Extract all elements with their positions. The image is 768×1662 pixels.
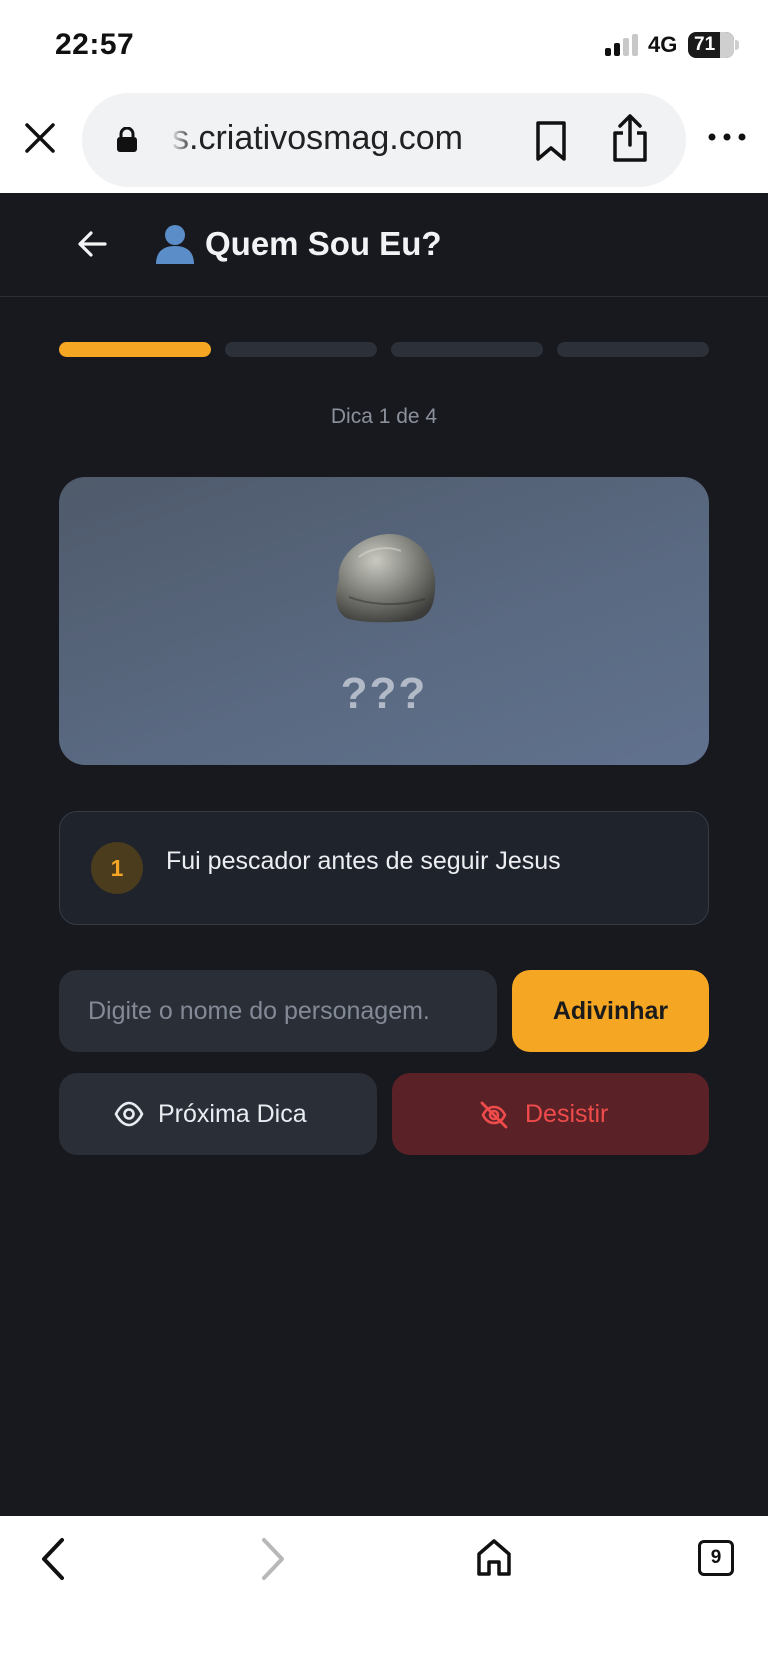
close-icon[interactable] (22, 120, 58, 156)
browser-forward-icon[interactable] (258, 1536, 288, 1582)
hint-progress-bar (59, 342, 709, 358)
eye-icon (114, 1101, 144, 1127)
give-up-button[interactable]: Desistir (392, 1073, 709, 1155)
eye-off-icon (480, 1101, 508, 1129)
bookmark-icon[interactable] (534, 120, 568, 162)
tab-count-button[interactable]: 9 (698, 1540, 734, 1576)
rock-icon (336, 534, 436, 623)
hint-card: 1 Fui pescador antes de seguir Jesus (59, 811, 709, 925)
browser-toolbar: s.criativosmag.com (0, 90, 768, 193)
next-hint-button[interactable]: Próxima Dica (59, 1073, 377, 1155)
guess-button[interactable]: Adivinhar (512, 970, 709, 1052)
give-up-label: Desistir (525, 1100, 609, 1128)
network-type: 4G (648, 32, 678, 57)
more-options-icon[interactable] (706, 126, 748, 148)
cellular-signal-icon (605, 34, 639, 56)
progress-segment-1 (59, 342, 211, 357)
battery-level: 71 (694, 34, 716, 55)
address-bar[interactable]: s.criativosmag.com (82, 93, 686, 187)
hint-counter: Dica 1 de 4 (330, 405, 438, 428)
lock-icon (117, 127, 137, 152)
status-bar: 22:57 4G 71 (0, 0, 768, 90)
browser-back-icon[interactable] (38, 1536, 68, 1582)
hint-number-badge: 1 (91, 842, 143, 894)
browser-bottom-toolbar: 9 (0, 1516, 768, 1662)
url-fade (170, 113, 194, 167)
mystery-character-card: ??? (59, 477, 709, 765)
status-time: 22:57 (55, 28, 135, 61)
home-icon[interactable] (474, 1536, 514, 1578)
page-title: Quem Sou Eu? (205, 225, 442, 262)
url-text[interactable]: s.criativosmag.com (172, 119, 502, 158)
battery-nub (735, 40, 739, 50)
character-name-input[interactable] (59, 970, 497, 1052)
hidden-name: ??? (340, 669, 428, 718)
progress-segment-4 (557, 342, 709, 357)
share-icon[interactable] (610, 113, 650, 163)
app-header: Quem Sou Eu? (0, 193, 768, 297)
progress-segment-2 (225, 342, 377, 357)
battery-icon: 71 (688, 32, 734, 58)
back-arrow-icon[interactable] (76, 229, 108, 259)
person-silhouette-icon (156, 225, 194, 264)
hint-text: Fui pescador antes de seguir Jesus (166, 847, 561, 875)
progress-segment-3 (391, 342, 543, 357)
next-hint-label: Próxima Dica (158, 1100, 307, 1128)
